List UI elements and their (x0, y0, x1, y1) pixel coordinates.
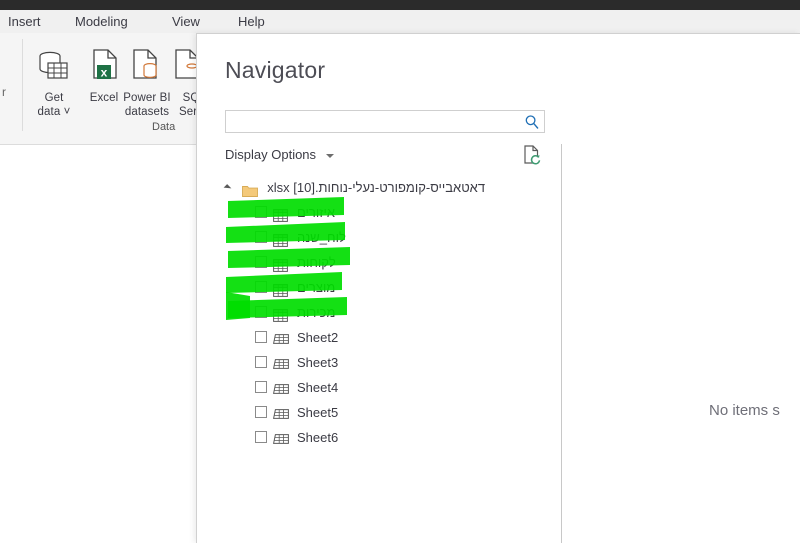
get-data-label-line2: data ˅ (37, 106, 71, 118)
display-options-dropdown[interactable]: Display Options (225, 147, 334, 162)
table-icon (273, 205, 288, 222)
tree-item-9[interactable]: Sheet5 (221, 399, 557, 424)
search-icon[interactable] (524, 114, 540, 130)
search-input[interactable] (231, 111, 521, 132)
tree-item-checkbox[interactable] (255, 430, 267, 443)
navigator-tree: דאטאבייס-קומפורט-נעלי-נוחות.xlsx [10] אי… (221, 174, 557, 449)
tree-item-label: Sheet3 (297, 355, 339, 371)
tree-item-checkbox[interactable] (255, 405, 267, 418)
tree-item-label: לקוחות (297, 255, 336, 271)
tree-item-10[interactable]: Sheet6 (221, 424, 557, 449)
tree-item-checkbox[interactable] (255, 205, 267, 218)
tree-item-checkbox[interactable] (255, 380, 267, 393)
tree-item-checkbox[interactable] (255, 355, 267, 368)
tree-item-6[interactable]: Sheet2 (221, 324, 557, 349)
refresh-document-icon[interactable] (522, 144, 542, 166)
menu-tab-view[interactable]: View (172, 13, 200, 30)
navigator-dialog: Navigator Display Options דאטאבייס-קומפו… (196, 33, 800, 543)
menu-tab-help[interactable]: Help (238, 13, 265, 30)
get-data-label-line1: Get (44, 92, 64, 104)
menu-tab-modeling[interactable]: Modeling (75, 13, 128, 30)
sheet-icon (272, 330, 289, 344)
sheet-icon (272, 430, 289, 444)
tree-item-checkbox[interactable] (255, 255, 267, 268)
sheet-icon (272, 355, 289, 369)
table-icon (273, 255, 288, 272)
tree-item-3[interactable]: לקוחות (221, 249, 557, 274)
tree-item-checkbox[interactable] (255, 230, 267, 243)
ribbon-tab-bar: Insert Modeling View Help (0, 10, 800, 33)
display-options-label: Display Options (225, 147, 317, 162)
tree-root-node[interactable]: דאטאבייס-קומפורט-נעלי-נוחות.xlsx [10] (221, 174, 557, 199)
tree-item-label: לוח_שנה (297, 230, 346, 246)
pane-divider (561, 144, 562, 543)
chevron-down-icon (325, 153, 334, 158)
get-data-button[interactable]: Get data ˅ (28, 47, 80, 119)
table-icon (273, 305, 288, 322)
tree-item-label: Sheet5 (297, 405, 339, 421)
tree-item-7[interactable]: Sheet3 (221, 349, 557, 374)
tree-item-label: Sheet6 (297, 430, 339, 446)
tree-item-label: מכירות (297, 305, 336, 321)
menu-tab-insert[interactable]: Insert (8, 13, 41, 30)
svg-text:x: x (101, 66, 108, 80)
folder-icon (241, 180, 258, 198)
tree-item-label: Sheet4 (297, 380, 339, 396)
page-title: Navigator (225, 57, 326, 83)
tree-root-label: דאטאבייס-קומפורט-נעלי-נוחות.xlsx [10] (267, 180, 486, 196)
ribbon-left-fragment: r (2, 85, 7, 99)
tree-item-5[interactable]: מכירות (221, 299, 557, 324)
window-title-bar (0, 0, 800, 10)
search-box[interactable] (225, 110, 545, 133)
table-icon (273, 230, 288, 247)
tree-item-label: Sheet2 (297, 330, 339, 346)
sheet-icon (272, 380, 289, 394)
ribbon-group-separator-left (22, 39, 23, 131)
tree-item-1[interactable]: איזורים (221, 199, 557, 224)
tree-item-checkbox[interactable] (255, 330, 267, 343)
tree-item-checkbox[interactable] (255, 280, 267, 293)
get-data-icon (28, 47, 80, 91)
sheet-icon (272, 405, 289, 419)
tree-item-8[interactable]: Sheet4 (221, 374, 557, 399)
tree-item-2[interactable]: לוח_שנה (221, 224, 557, 249)
tree-item-label: מוצרים (297, 280, 336, 296)
table-icon (273, 280, 288, 297)
tree-item-4[interactable]: מוצרים (221, 274, 557, 299)
tree-item-label: איזורים (297, 205, 335, 221)
tree-item-checkbox[interactable] (255, 305, 267, 318)
preview-empty-message: No items s (709, 402, 780, 419)
expander-collapse-icon[interactable] (223, 174, 238, 199)
ribbon-group-label-data: Data (152, 121, 176, 133)
